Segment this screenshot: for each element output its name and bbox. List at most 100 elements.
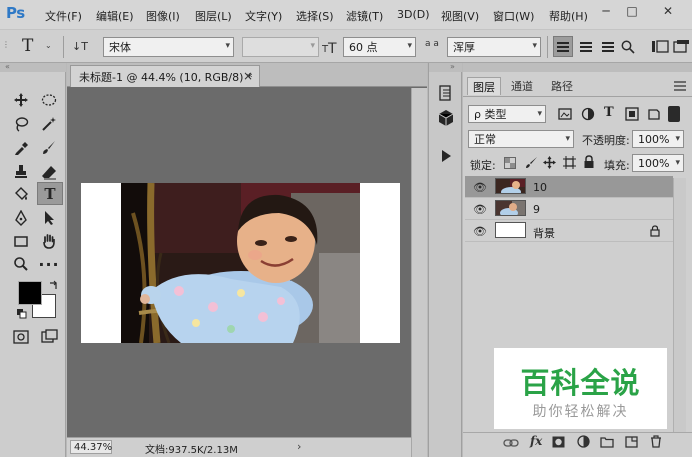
align-right-button[interactable] <box>598 36 618 57</box>
hand-tool[interactable] <box>38 231 60 251</box>
opacity-field[interactable]: 100% ▾ <box>632 130 684 148</box>
path-selection-tool[interactable] <box>38 208 60 228</box>
layers-scrollbar[interactable] <box>673 178 686 432</box>
lock-position-icon[interactable] <box>543 156 556 169</box>
rectangle-tool[interactable] <box>10 231 32 251</box>
visibility-eye-icon[interactable]: 👁 <box>473 225 487 238</box>
status-bar: 文档:937.5K/2.13M › <box>67 437 411 457</box>
font-size-select[interactable]: 60 点 ▾ <box>343 37 416 57</box>
crop-tool[interactable] <box>10 138 32 158</box>
tab-channels[interactable]: 通道 <box>505 77 539 95</box>
menu-image[interactable]: 图像(I) <box>146 8 180 24</box>
menu-layer[interactable]: 图层(L) <box>195 8 232 24</box>
document-tab-title: 未标题-1 @ 44.4% (10, RGB/8) * <box>79 70 253 84</box>
menu-window[interactable]: 窗口(W) <box>493 8 534 24</box>
adjustment-icon[interactable] <box>577 435 590 448</box>
menu-select[interactable]: 选择(S) <box>296 8 334 24</box>
visibility-eye-icon[interactable]: 👁 <box>473 203 487 216</box>
new-layer-icon[interactable] <box>625 436 638 448</box>
brush-tool[interactable] <box>38 138 60 158</box>
tools-panel-header: « <box>0 62 66 72</box>
lock-all-icon[interactable] <box>583 155 595 169</box>
mask-icon[interactable] <box>552 436 565 448</box>
filter-shape-icon[interactable] <box>625 107 639 121</box>
layer-name[interactable]: 10 <box>533 181 547 194</box>
filter-adjustment-icon[interactable] <box>581 107 595 121</box>
status-menu-arrow-icon[interactable]: › <box>297 440 301 453</box>
chevron-down-icon[interactable]: ⌄ <box>45 41 52 50</box>
collapse-icon[interactable]: « <box>5 62 10 71</box>
anti-alias-select[interactable]: 浑厚 ▾ <box>447 37 541 57</box>
layer-name[interactable]: 背景 <box>533 225 555 241</box>
filter-smart-object-icon[interactable] <box>647 107 661 121</box>
play-icon[interactable] <box>437 147 455 165</box>
photo-layer[interactable] <box>121 183 360 343</box>
canvas-vertical-scrollbar[interactable] <box>411 88 427 457</box>
close-window-button[interactable]: ✕ <box>648 0 688 22</box>
move-tool[interactable] <box>10 90 32 110</box>
document-tab[interactable]: 未标题-1 @ 44.4% (10, RGB/8) * × <box>70 65 260 87</box>
character-panel-icon[interactable] <box>651 39 669 55</box>
menu-help[interactable]: 帮助(H) <box>549 8 588 24</box>
trash-icon[interactable] <box>650 435 662 448</box>
lock-pixels-icon[interactable] <box>525 156 538 169</box>
maximize-button[interactable]: □ <box>620 0 644 22</box>
lock-artboard-icon[interactable] <box>563 156 576 169</box>
paint-bucket-tool[interactable] <box>10 184 32 204</box>
document-info[interactable]: 文档:937.5K/2.13M <box>145 441 238 456</box>
align-left-button[interactable] <box>553 36 573 57</box>
layer-thumbnail <box>495 178 526 194</box>
align-center-button[interactable] <box>576 36 596 57</box>
swap-colors-icon[interactable] <box>48 280 59 291</box>
link-icon[interactable] <box>503 437 519 449</box>
menu-type[interactable]: 文字(Y) <box>245 8 282 24</box>
menu-view[interactable]: 视图(V) <box>441 8 479 24</box>
visibility-eye-icon[interactable]: 👁 <box>473 181 487 194</box>
tab-paths[interactable]: 路径 <box>545 77 579 95</box>
minimize-button[interactable]: ─ <box>594 0 618 22</box>
panel-menu-icon[interactable] <box>673 80 687 92</box>
filter-type-icon[interactable]: T <box>604 105 614 120</box>
menu-3d[interactable]: 3D(D) <box>397 8 430 21</box>
history-icon[interactable] <box>437 84 455 102</box>
clone-stamp-tool[interactable] <box>10 162 32 182</box>
fill-field[interactable]: 100% ▾ <box>632 154 684 172</box>
type-tool[interactable]: T <box>37 182 63 205</box>
blend-mode-select[interactable]: 正常 ▾ <box>468 130 574 148</box>
group-icon[interactable] <box>600 436 614 448</box>
expand-icon[interactable]: » <box>450 62 455 71</box>
lock-transparent-icon[interactable] <box>504 157 516 169</box>
close-tab-icon[interactable]: × <box>243 69 253 83</box>
zoom-level-field[interactable]: 44.37% <box>70 440 112 454</box>
3d-icon[interactable] <box>672 39 690 55</box>
magic-wand-tool[interactable] <box>38 114 60 134</box>
default-colors-icon[interactable] <box>16 308 27 319</box>
font-family-select[interactable]: 宋体 ▾ <box>103 37 234 57</box>
marquee-tool[interactable] <box>38 90 60 110</box>
tab-layers[interactable]: 图层 <box>467 77 501 95</box>
font-style-select[interactable]: ▾ <box>242 37 319 57</box>
chevron-down-icon: ▾ <box>407 41 412 51</box>
lasso-tool[interactable] <box>10 114 32 134</box>
zoom-tool[interactable] <box>10 254 32 274</box>
eraser-tool[interactable] <box>38 162 60 182</box>
quick-mask-icon[interactable] <box>13 330 29 344</box>
layer-filter-select[interactable]: ρ 类型 ▾ <box>468 105 546 123</box>
search-icon[interactable] <box>621 40 635 54</box>
type-tool-preset-icon[interactable]: T <box>22 36 33 56</box>
screen-mode-icon[interactable] <box>41 329 59 344</box>
filter-toggle-switch[interactable] <box>668 106 680 122</box>
menu-file[interactable]: 文件(F) <box>45 8 82 24</box>
3d-cube-icon[interactable] <box>437 109 455 127</box>
menu-filter[interactable]: 滤镜(T) <box>346 8 383 24</box>
separator <box>547 36 548 58</box>
pen-tool[interactable] <box>10 208 32 228</box>
font-size-value: 60 点 <box>349 41 378 54</box>
toggle-text-orientation-icon[interactable]: ↓T <box>72 38 90 55</box>
foreground-color-swatch[interactable] <box>18 281 42 305</box>
more-tools[interactable]: ··· <box>38 254 60 274</box>
layer-name[interactable]: 9 <box>533 203 540 216</box>
menu-edit[interactable]: 编辑(E) <box>96 8 134 24</box>
fx-icon[interactable]: fx <box>530 434 542 448</box>
filter-pixel-icon[interactable] <box>558 107 572 121</box>
